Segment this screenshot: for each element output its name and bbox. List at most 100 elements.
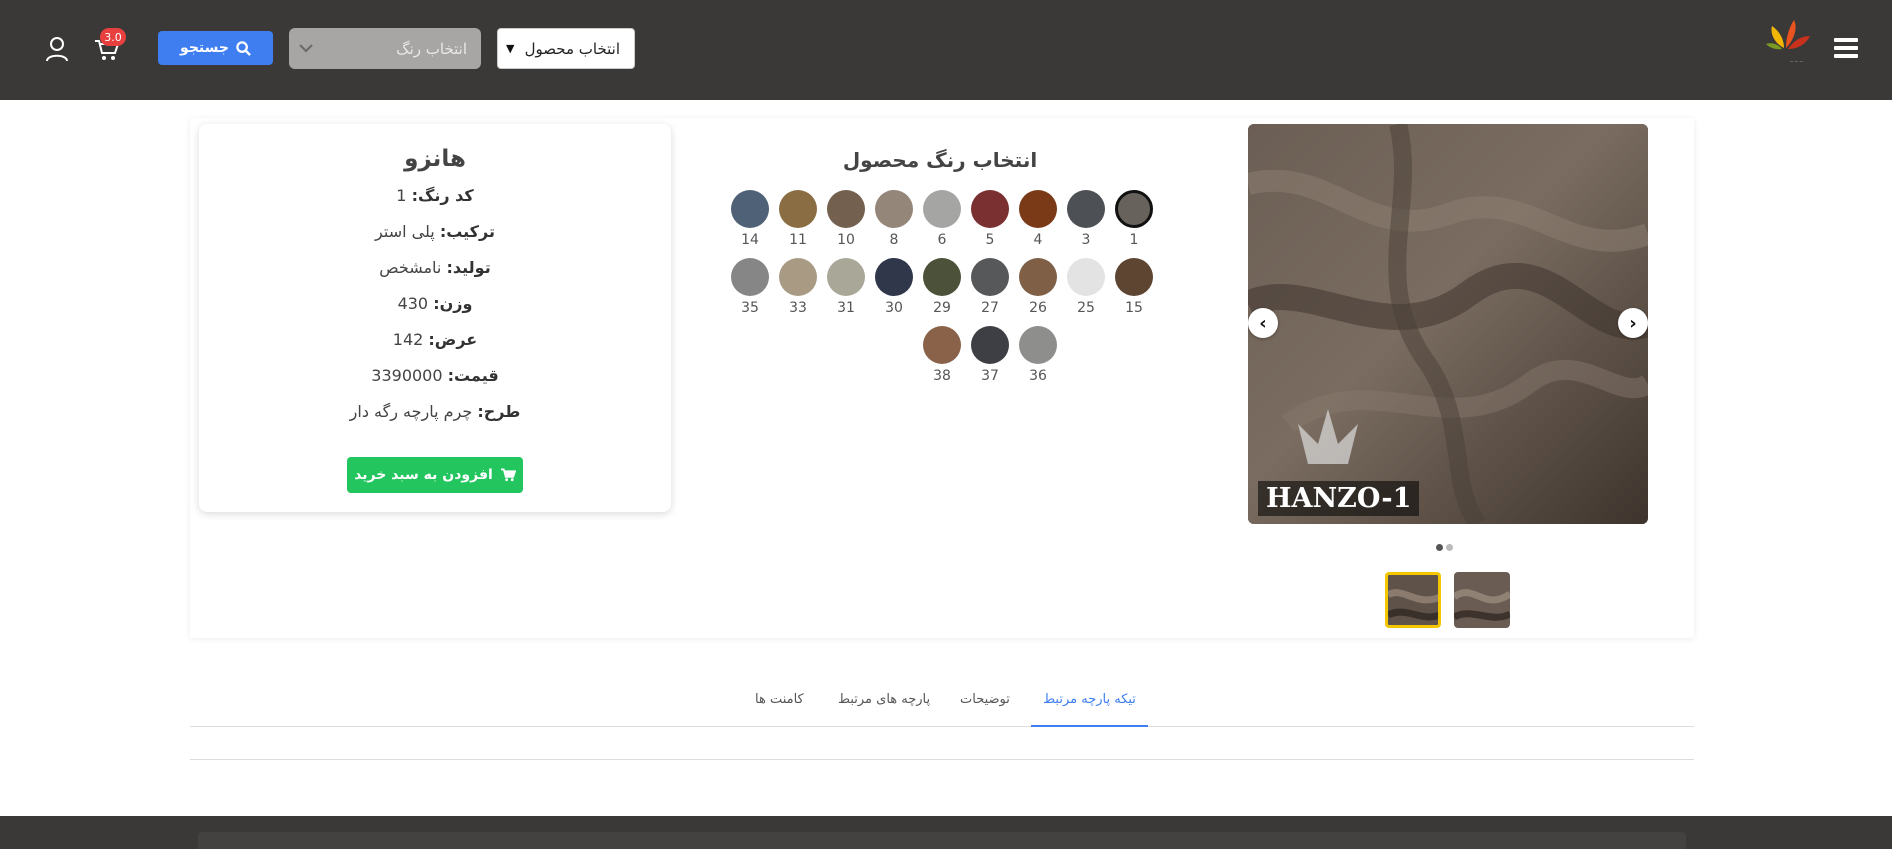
color-swatch-circle (731, 190, 769, 228)
color-swatch-circle (731, 258, 769, 296)
color-swatch-circle (1019, 190, 1057, 228)
color-swatch-circle (827, 190, 865, 228)
chevron-down-icon (299, 41, 313, 57)
color-swatch-number: 36 (1029, 368, 1047, 384)
color-swatch-number: 30 (885, 300, 903, 316)
color-swatch-circle (971, 258, 1009, 296)
tab-related-pieces[interactable]: تیکه پارچه مرتبط (1031, 692, 1148, 727)
product-info-card: هانزو کد رنگ: 1 ترکیب: پلی استر تولید: ن… (199, 124, 671, 512)
info-label: تولید: (446, 258, 491, 277)
top-header: _ _ _ انتخاب محصول ▼ انتخاب رنگ جستجو 3.… (0, 0, 1892, 100)
info-row-production: تولید: نامشخص (199, 250, 671, 286)
color-swatch-number: 15 (1125, 300, 1143, 316)
add-to-cart-button[interactable]: افزودن به سبد خرید (347, 457, 523, 493)
color-swatch-number: 38 (933, 368, 951, 384)
add-to-cart-label: افزودن به سبد خرید (354, 467, 493, 483)
image-watermark-label: HANZO-1 (1258, 481, 1420, 516)
product-select[interactable]: انتخاب محصول ▼ (497, 28, 635, 69)
info-value: 1 (396, 186, 407, 205)
color-swatch[interactable]: 35 (721, 258, 779, 326)
color-swatch-circle (971, 190, 1009, 228)
info-label: قیمت: (447, 366, 499, 385)
info-label: عرض: (428, 330, 478, 349)
color-swatch-number: 8 (889, 232, 899, 248)
info-label: طرح: (477, 402, 521, 421)
product-select-label: انتخاب محصول (524, 39, 620, 58)
info-label: کد رنگ: (411, 186, 474, 205)
color-swatch-number: 29 (933, 300, 951, 316)
footer (0, 816, 1892, 849)
content-divider (190, 759, 1694, 760)
color-swatch-number: 33 (789, 300, 807, 316)
info-row-price: قیمت: 3390000 (199, 358, 671, 394)
color-select-placeholder: انتخاب رنگ (396, 39, 467, 58)
info-row-composition: ترکیب: پلی استر (199, 214, 671, 250)
color-swatch-number: 14 (741, 232, 759, 248)
color-swatch-circle (875, 190, 913, 228)
info-row-width: عرض: 142 (199, 322, 671, 358)
color-swatch-circle (1019, 326, 1057, 364)
search-button[interactable]: جستجو (158, 31, 273, 65)
color-select[interactable]: انتخاب رنگ (289, 28, 481, 69)
color-swatch-number: 26 (1029, 300, 1047, 316)
gallery-dot[interactable] (1446, 544, 1453, 551)
search-label: جستجو (180, 40, 229, 56)
info-value: 142 (392, 330, 424, 349)
color-swatch-number: 5 (985, 232, 995, 248)
color-swatch-number: 3 (1081, 232, 1091, 248)
gallery-thumbnail[interactable] (1385, 572, 1441, 628)
color-swatch-number: 10 (837, 232, 855, 248)
info-label: ترکیب: (439, 222, 495, 241)
tab-comments[interactable]: کامنت ها (755, 692, 804, 727)
info-row-weight: وزن: 430 (199, 286, 671, 322)
color-swatch-number: 11 (789, 232, 807, 248)
color-picker-title: انتخاب رنگ محصول (842, 148, 1038, 172)
tab-description[interactable]: توضیحات (960, 692, 1010, 727)
product-main-image: HANZO-1 ‹ › (1248, 124, 1648, 524)
info-value: چرم پارچه رگه دار (349, 402, 473, 421)
product-tabs: تیکه پارچه مرتبط توضیحات پارچه های مرتبط… (190, 680, 1694, 727)
info-row-design: طرح: چرم پارچه رگه دار (199, 394, 671, 430)
color-swatch-number: 6 (937, 232, 947, 248)
info-value: 430 (397, 294, 429, 313)
color-swatch-circle (779, 190, 817, 228)
color-swatch-circle (923, 326, 961, 364)
svg-text:_ _ _: _ _ _ (1789, 55, 1804, 62)
color-swatch-number: 4 (1033, 232, 1043, 248)
gallery-prev-button[interactable]: ‹ (1248, 308, 1278, 338)
color-swatch-circle (779, 258, 817, 296)
color-swatch-number: 37 (981, 368, 999, 384)
color-swatch-circle (923, 258, 961, 296)
menu-icon[interactable] (1834, 38, 1858, 58)
color-swatch-number: 31 (837, 300, 855, 316)
color-swatch-number: 1 (1129, 232, 1139, 248)
color-swatch-circle (1067, 258, 1105, 296)
color-swatch-circle (1067, 190, 1105, 228)
color-swatch[interactable]: 14 (721, 190, 779, 258)
color-swatch-circle (1019, 258, 1057, 296)
search-icon (236, 40, 251, 56)
gallery-dots (1436, 544, 1453, 551)
info-row-color-code: کد رنگ: 1 (199, 178, 671, 214)
info-label: وزن: (433, 294, 473, 313)
gallery-dot[interactable] (1436, 544, 1443, 551)
color-swatch-circle (1115, 258, 1153, 296)
brand-logo[interactable]: _ _ _ (1764, 18, 1814, 64)
cart-count-badge: 3.0 (100, 28, 126, 46)
color-swatch-circle (875, 258, 913, 296)
user-icon[interactable] (45, 36, 69, 62)
info-value: 3390000 (371, 366, 443, 385)
tab-related-fabrics[interactable]: پارچه های مرتبط (838, 692, 930, 727)
info-value: نامشخص (379, 258, 442, 277)
gallery-next-button[interactable]: › (1618, 308, 1648, 338)
color-swatch-number: 27 (981, 300, 999, 316)
product-name: هانزو (404, 146, 466, 172)
color-swatch-number: 35 (741, 300, 759, 316)
gallery-thumbnail[interactable] (1454, 572, 1510, 628)
color-swatch-circle (971, 326, 1009, 364)
color-swatch-circle (1115, 190, 1153, 228)
color-swatch-circle (923, 190, 961, 228)
chevron-down-icon: ▼ (506, 42, 515, 55)
color-swatch-number: 25 (1077, 300, 1095, 316)
color-swatch[interactable]: 38 (913, 326, 971, 394)
